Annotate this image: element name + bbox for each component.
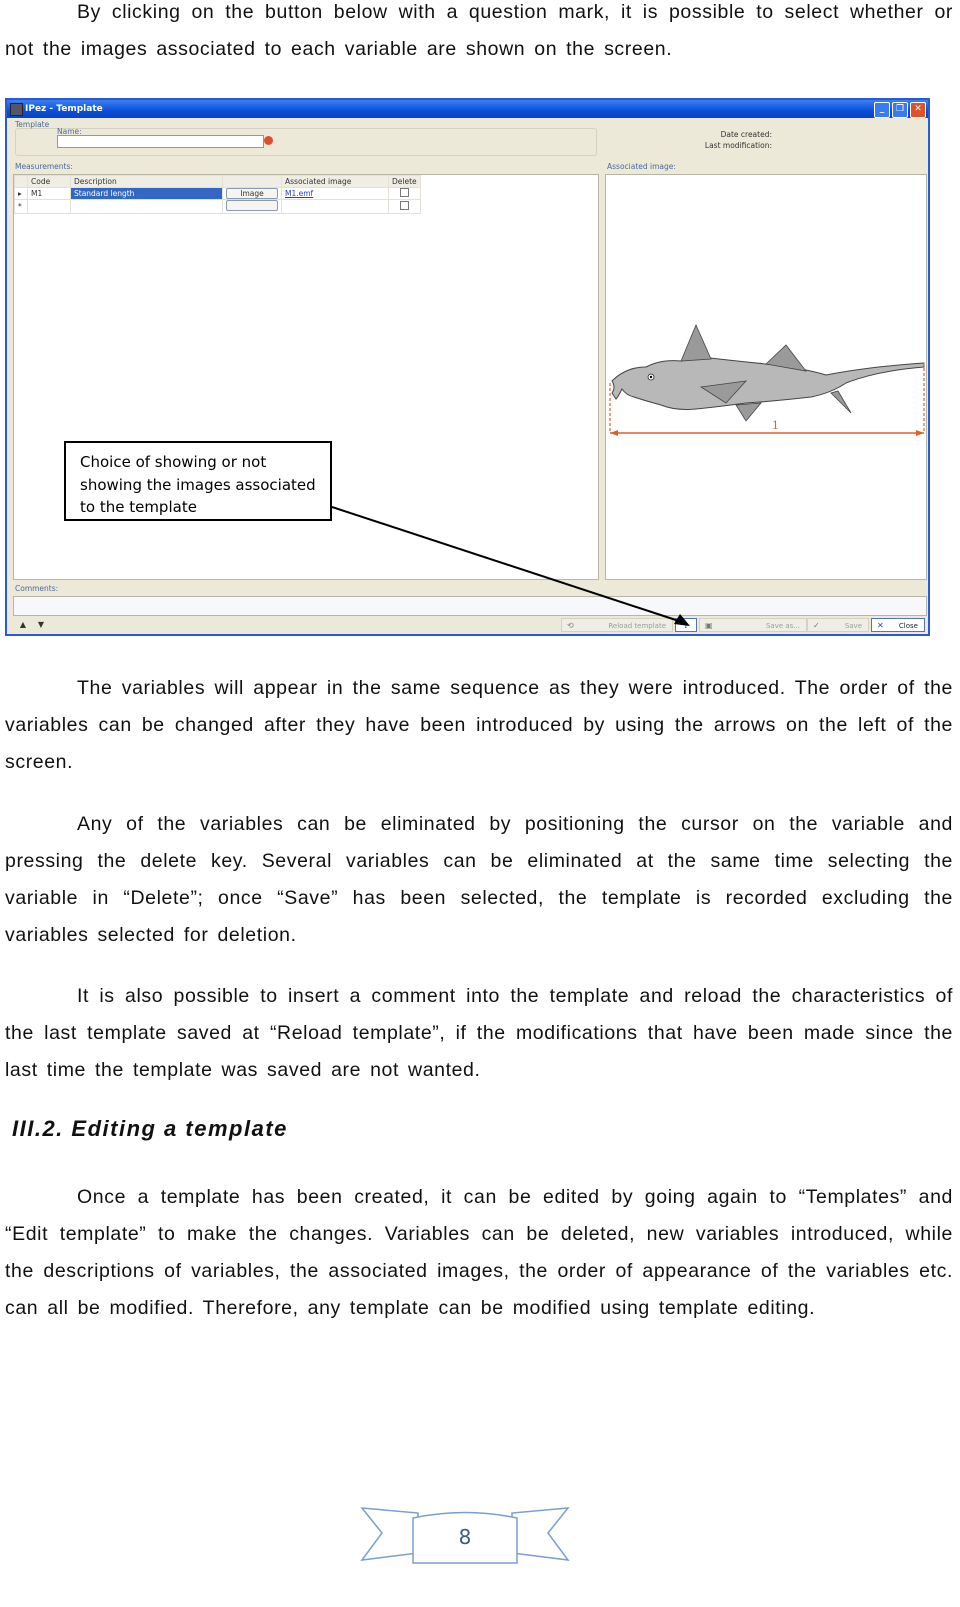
reload-icon: ⟲: [567, 621, 574, 630]
cell-delete: [388, 199, 421, 214]
template-group-label: Template: [15, 120, 50, 129]
fish-image: 1: [609, 323, 925, 436]
cell-image-button: [222, 199, 282, 214]
ribbon-left-tail: [360, 1507, 419, 1561]
cell-description[interactable]: Standard length: [70, 187, 223, 200]
show-images-toggle-button[interactable]: ?: [675, 618, 697, 632]
close-window-button[interactable]: ✕: [910, 102, 926, 118]
current-row-indicator-icon: ▸: [14, 187, 28, 200]
close-label: Close: [898, 622, 918, 630]
close-icon: ✕: [877, 621, 884, 630]
save-as-button[interactable]: ▣ Save as...: [699, 618, 807, 632]
associated-image-pane: 1: [605, 174, 927, 580]
comments-label: Comments:: [15, 584, 59, 593]
pelvic-fin: [735, 402, 762, 422]
save-label: Save: [844, 622, 862, 630]
associated-image-link[interactable]: M1.emf: [285, 189, 313, 198]
image-button[interactable]: Image: [226, 188, 278, 199]
last-modification-label: Last modification:: [704, 141, 772, 150]
col-description[interactable]: Description: [70, 175, 223, 188]
measure-label: 1: [772, 419, 779, 432]
paragraph-editing-template: Once a template has been created, it can…: [5, 1179, 953, 1327]
intro-text: By clicking on the button below with a q…: [5, 1, 953, 60]
callout-box: Choice of showing or not showing the ima…: [64, 441, 332, 521]
measure-arrow-left: [610, 430, 618, 436]
window-title: IPez - Template: [25, 104, 103, 114]
arrow-down-icon: ▼: [37, 620, 45, 629]
paragraph-variable-order: The variables will appear in the same se…: [5, 670, 953, 781]
col-associated-image[interactable]: Associated image: [281, 175, 389, 188]
row-header-col: [14, 175, 28, 188]
col-delete[interactable]: Delete: [388, 175, 421, 188]
name-input[interactable]: [57, 135, 264, 148]
measure-arrow-right: [916, 430, 924, 436]
paragraph-delete-variables: Any of the variables can be eliminated b…: [5, 806, 953, 954]
intro-paragraph: By clicking on the button below with a q…: [5, 0, 953, 68]
grid-row-new[interactable]: *: [14, 199, 421, 214]
section-heading: III.2. Editing a template: [12, 1116, 288, 1141]
cell-code[interactable]: [27, 199, 71, 214]
move-up-button[interactable]: ▲: [17, 619, 29, 631]
cell-associated-image: M1.emf: [281, 187, 389, 200]
cell-delete: [388, 187, 421, 200]
cell-associated-image: [281, 199, 389, 214]
question-mark-icon: ?: [683, 622, 689, 630]
fish-body: [611, 356, 925, 410]
template-window: IPez - Template _ ❐ ✕ Template Name: Dat…: [5, 98, 930, 636]
arrow-up-icon: ▲: [19, 620, 27, 629]
date-created-label: Date created:: [720, 130, 772, 139]
cell-image-button: Image: [222, 187, 282, 200]
measurements-grid: Code Description Associated image Delete…: [14, 175, 421, 214]
save-button[interactable]: ✓ Save: [807, 618, 869, 632]
close-button[interactable]: ✕ Close: [871, 618, 925, 632]
callout-text: Choice of showing or not showing the ima…: [80, 453, 316, 516]
paragraph-comments-reload: It is also possible to insert a comment …: [5, 978, 953, 1089]
dorsal-fin-1: [680, 323, 712, 362]
minimize-button[interactable]: _: [874, 102, 890, 118]
grid-header-row: Code Description Associated image Delete: [14, 175, 421, 188]
col-button: [222, 175, 282, 188]
checkmark-icon: ✓: [813, 621, 820, 630]
window-titlebar: IPez - Template _ ❐ ✕: [7, 100, 928, 118]
cell-code[interactable]: M1: [27, 187, 71, 200]
move-down-button[interactable]: ▼: [35, 619, 47, 631]
error-icon: [264, 136, 273, 145]
title-buttons: _ ❐ ✕: [874, 102, 926, 118]
cell-description[interactable]: [70, 199, 223, 214]
reload-template-button[interactable]: ⟲ Reload template: [561, 618, 673, 632]
paragraph-text: Any of the variables can be eliminated b…: [5, 813, 953, 946]
save-as-icon: ▣: [705, 621, 713, 630]
paragraph-text: Once a template has been created, it can…: [5, 1186, 953, 1319]
reload-template-label: Reload template: [608, 622, 666, 630]
anal-fin: [830, 390, 852, 414]
fish-pupil: [649, 375, 653, 379]
paragraph-text: It is also possible to insert a comment …: [5, 985, 953, 1081]
restore-button[interactable]: ❐: [892, 102, 908, 118]
delete-checkbox[interactable]: [400, 201, 409, 210]
delete-checkbox[interactable]: [400, 188, 409, 197]
comments-input[interactable]: [13, 596, 927, 616]
ribbon-right-tail: [511, 1507, 570, 1561]
associated-image-label: Associated image:: [607, 162, 676, 171]
measurements-label: Measurements:: [15, 162, 73, 171]
page-number: 8: [458, 1525, 472, 1549]
col-code[interactable]: Code: [27, 175, 71, 188]
new-row-indicator-icon: *: [14, 199, 28, 214]
paragraph-text: The variables will appear in the same se…: [5, 677, 953, 773]
grid-row[interactable]: ▸ M1 Standard length Image M1.emf: [14, 187, 421, 200]
app-icon: [10, 103, 23, 116]
image-button[interactable]: [226, 200, 278, 211]
save-as-label: Save as...: [765, 622, 800, 630]
